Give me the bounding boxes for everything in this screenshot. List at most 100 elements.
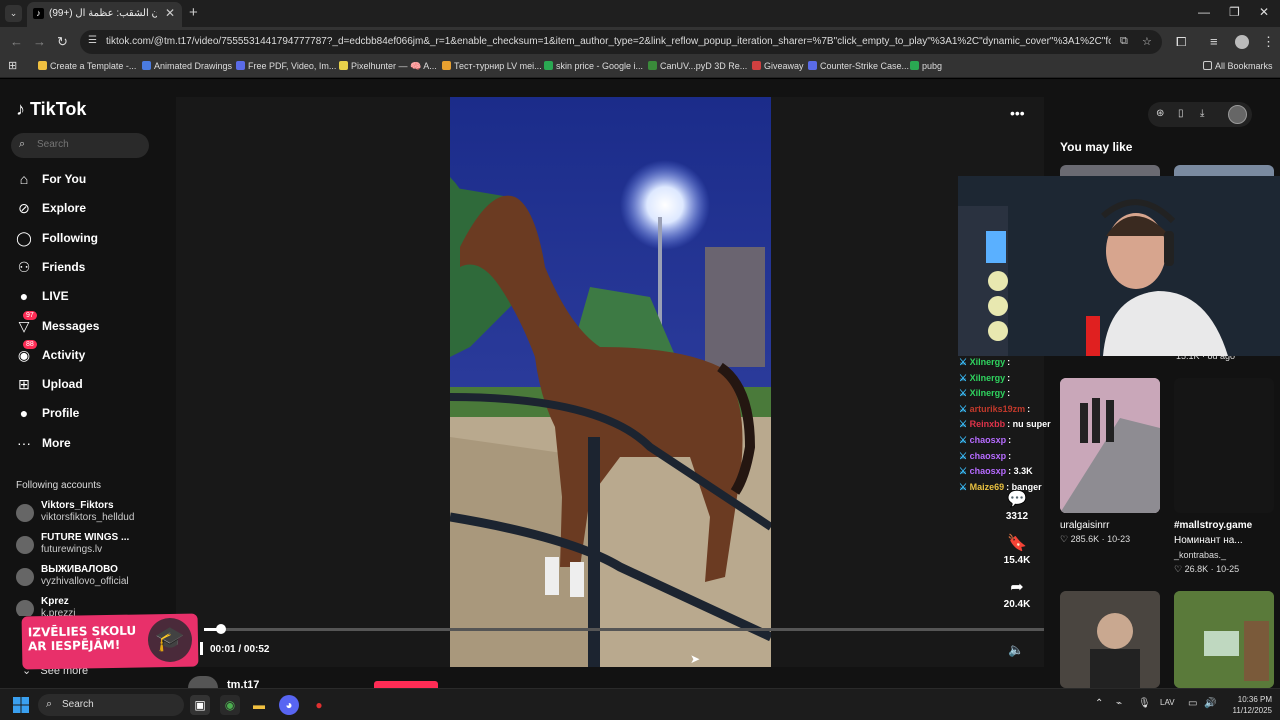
profile-avatar[interactable]	[1235, 35, 1249, 49]
all-bookmarks-label: All Bookmarks	[1215, 61, 1273, 71]
favorite-icon: 🔖	[1007, 535, 1027, 552]
close-window-icon[interactable]: ✕	[1259, 5, 1269, 19]
coins-icon[interactable]: ⊛	[1156, 108, 1164, 119]
file-explorer-icon[interactable]: ▬	[249, 695, 269, 715]
rec-thumbnail-person[interactable]	[1060, 591, 1160, 688]
nav-item-upload[interactable]: ⊞ Upload	[16, 374, 166, 396]
bookmark-label: Animated Drawings	[154, 61, 233, 71]
minimize-icon[interactable]: —	[1198, 5, 1210, 19]
chrome-menu-icon[interactable]: ⋮	[1262, 34, 1275, 50]
bookmark-item[interactable]: skin price - Google i...	[544, 61, 643, 71]
monitor-icon[interactable]: ▭	[1188, 698, 1197, 709]
rec-likes-count: 26.8K	[1184, 564, 1209, 574]
nav-item-more[interactable]: ··· More	[16, 433, 166, 455]
tab-close-icon[interactable]: ✕	[165, 6, 175, 20]
tab-search-chevron-icon[interactable]: ⌄	[5, 5, 22, 22]
following-account[interactable]: Viktors_Fiktors viktorsfiktors_helldud	[16, 500, 166, 528]
speaker-icon[interactable]: 🔊	[1204, 698, 1216, 709]
reload-icon[interactable]: ↻	[57, 34, 68, 50]
bookmark-item[interactable]: Тест-турнир LV mei...	[442, 61, 542, 71]
bookmark-item[interactable]: CanUV...pyD 3D Re...	[648, 61, 747, 71]
bookmark-item[interactable]: Create a Template -...	[38, 61, 136, 71]
school-promo-banner[interactable]: IZVĒLIES SKOLU AR IESPĒJĀM! 🎓	[21, 613, 199, 670]
discord-icon[interactable]: ◕	[279, 695, 299, 715]
restore-icon[interactable]: ❐	[1229, 5, 1240, 19]
following-account[interactable]: ВЫЖИВАЛОВО vyzhivallovo_official	[16, 564, 166, 592]
chat-badge-icon: ⚔	[959, 403, 970, 414]
address-bar[interactable]: ☰ tiktok.com/@tm.t17/video/7555531441794…	[80, 30, 1162, 54]
video-player[interactable]: ••• 00:01 / 00:52 🔈 💬 3312 🔖 15.4K ➦ 20.4K	[176, 97, 1044, 667]
device-icon[interactable]: ▯	[1178, 108, 1184, 119]
media-controls-icon[interactable]: ≡	[1210, 34, 1218, 49]
extensions-icon[interactable]: ⧠	[1176, 34, 1186, 50]
chat-text: : banger	[1006, 481, 1042, 492]
tray-chevron-icon[interactable]: ⌃	[1095, 698, 1103, 709]
site-info-icon[interactable]: ☰	[88, 35, 97, 46]
for-you-icon: ⌂	[19, 171, 29, 187]
nav-item-profile[interactable]: ● Profile	[16, 403, 166, 425]
pause-icon[interactable]	[200, 642, 203, 655]
author-avatar[interactable]	[188, 676, 218, 688]
favorite-button[interactable]: 🔖 15.4K	[997, 533, 1037, 566]
bookmark-item[interactable]: Free PDF, Video, Im...	[236, 61, 336, 71]
progress-handle[interactable]	[215, 624, 226, 634]
bookmark-star-icon[interactable]: ☆	[1142, 35, 1152, 48]
bookmark-label: Free PDF, Video, Im...	[248, 61, 337, 71]
rec-title[interactable]: #mallstroy.game	[1174, 520, 1252, 531]
nav-item-for-you[interactable]: ⌂ For You	[16, 169, 166, 191]
upload-icon: ⊞	[18, 376, 30, 393]
following-account[interactable]: FUTURE WINGS ... futurewings.lv	[16, 532, 166, 560]
all-bookmarks-button[interactable]: All Bookmarks	[1203, 61, 1273, 71]
language-indicator[interactable]: LAV	[1160, 698, 1175, 707]
forward-icon[interactable]: →	[33, 34, 46, 49]
more-options-icon[interactable]: •••	[1010, 105, 1025, 121]
url-text[interactable]: tiktok.com/@tm.t17/video/755553144179477…	[106, 36, 1111, 47]
browser-tab-active[interactable]: ♪ (99+) مروان الشقب: عظمة ال ✕	[27, 2, 182, 27]
rec-author[interactable]: _kontrabas._	[1174, 550, 1226, 560]
app-icon[interactable]: ●	[309, 695, 329, 715]
clock-date: 11/12/2025	[1232, 706, 1272, 715]
tiktok-logo[interactable]: ♪ TikTok	[16, 99, 86, 120]
new-tab-icon[interactable]: +	[189, 4, 198, 21]
chrome-taskbar-icon[interactable]: ◉	[220, 695, 240, 715]
taskbar-search[interactable]: ⌕ Search	[38, 694, 184, 716]
account-name: Viktors_Fiktors	[41, 500, 114, 511]
task-view-icon[interactable]: ▣	[190, 695, 210, 715]
nav-item-activity[interactable]: ◉ 88 Activity	[16, 339, 166, 367]
search-input[interactable]	[37, 139, 137, 150]
rec-title[interactable]: uralgaisinrr	[1060, 520, 1109, 531]
bookmark-item[interactable]: Giveaway	[752, 61, 804, 71]
rec-thumbnail-stairs[interactable]	[1060, 378, 1160, 513]
download-icon[interactable]: ⤓	[1200, 108, 1204, 119]
nav-item-live[interactable]: ● LIVE	[16, 286, 166, 308]
search-box[interactable]: ⌕	[11, 133, 149, 158]
bookmark-item[interactable]: Pixelhunter — 🧠 A...	[339, 61, 437, 72]
nav-item-following[interactable]: ◯ Following	[16, 228, 166, 250]
chat-badge-icon: ⚔	[959, 419, 970, 430]
nav-item-friends[interactable]: ⚇ Friends	[16, 257, 166, 279]
rec-thumbnail-store[interactable]	[1174, 591, 1274, 688]
user-avatar[interactable]	[1228, 105, 1247, 124]
windows-start-icon[interactable]	[13, 697, 29, 713]
apps-grid-icon[interactable]: ⊞	[8, 59, 17, 72]
share-button[interactable]: ➦ 20.4K	[997, 577, 1037, 610]
comment-button[interactable]: 💬 3312	[997, 489, 1037, 522]
install-app-icon[interactable]: ⧉	[1120, 35, 1128, 48]
bookmark-item[interactable]: Animated Drawings	[142, 61, 232, 71]
video-progress-bar[interactable]	[204, 624, 1044, 634]
volume-icon[interactable]: 🔈	[1008, 642, 1024, 658]
follow-button[interactable]	[374, 681, 438, 688]
rec-thumbnail-mallstroy[interactable]	[1174, 378, 1274, 513]
chat-message: ⚔ chaosxp:	[959, 451, 1011, 462]
bookmark-item[interactable]: Counter-Strike Case...	[808, 61, 909, 71]
nav-item-messages[interactable]: ▽ 97 Messages	[16, 310, 166, 338]
network-icon[interactable]: ⌁	[1116, 698, 1122, 709]
microphone-icon[interactable]: 🎙	[1138, 698, 1151, 709]
following-account[interactable]: Kprez k.prezzi	[16, 596, 166, 616]
author-name[interactable]: tm.t17	[227, 679, 259, 688]
video-frame[interactable]	[450, 97, 771, 667]
taskbar-clock[interactable]: 10:36 PM 11/12/2025	[1220, 694, 1272, 716]
bookmark-item[interactable]: pubg	[910, 61, 942, 71]
back-icon[interactable]: ←	[10, 34, 23, 49]
nav-item-explore[interactable]: ⊘ Explore	[16, 198, 166, 220]
